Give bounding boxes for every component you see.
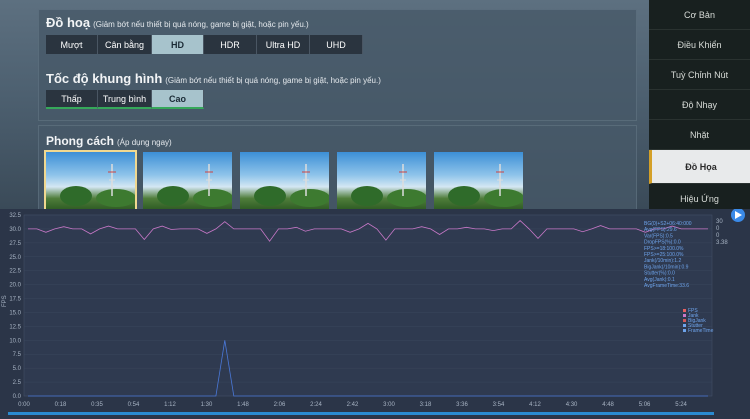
y-tick-label: 20.0 bbox=[9, 283, 21, 289]
x-tick-label: 5:06 bbox=[639, 402, 651, 408]
stat-line: Avg(Jank):0.1 bbox=[644, 277, 675, 283]
x-tick-label: 3:18 bbox=[420, 402, 432, 408]
y-tick-label: 32.5 bbox=[9, 213, 21, 219]
y-tick-label: 17.5 bbox=[9, 297, 21, 303]
graphics-quality-selector: Mượt Cân bằng HD HDR Ultra HD UHD bbox=[46, 35, 363, 54]
landscape-image bbox=[254, 164, 329, 207]
legend-swatch bbox=[683, 324, 686, 327]
framerate-selector: Thấp Trung bình Cao bbox=[46, 90, 204, 109]
stat-line: Jank(/10min):1.2 bbox=[644, 258, 681, 264]
right-value: 30 bbox=[716, 219, 723, 225]
legend-swatch bbox=[683, 329, 686, 332]
y-tick-label: 27.5 bbox=[9, 241, 21, 247]
y-axis-label: FPS bbox=[2, 295, 8, 307]
graphics-option-5[interactable]: UHD bbox=[310, 35, 363, 54]
style-heading: Phong cách (Áp dụng ngay) bbox=[46, 134, 172, 148]
framerate-option-1[interactable]: Trung bình bbox=[98, 90, 152, 109]
style-thumbnail-4[interactable] bbox=[434, 152, 523, 210]
landscape-image bbox=[157, 164, 232, 207]
x-tick-label: 4:30 bbox=[566, 402, 578, 408]
sidebar-item-3[interactable]: Độ Nhạy bbox=[649, 90, 750, 120]
landscape-image bbox=[351, 164, 426, 207]
sidebar-item-5[interactable]: Đồ Họa bbox=[649, 150, 750, 184]
stat-line: FPS>=18:100.0% bbox=[644, 246, 684, 252]
settings-sidebar: Cơ Bản Điều Khiển Tuỳ Chỉnh Nút Độ Nhạy Nhặt… bbox=[649, 0, 750, 214]
sidebar-item-1[interactable]: Điều Khiển bbox=[649, 30, 750, 60]
x-tick-label: 0:35 bbox=[91, 402, 103, 408]
legend-label: FrameTime bbox=[688, 328, 714, 334]
graphics-option-3[interactable]: HDR bbox=[204, 35, 257, 54]
framerate-heading: Tốc độ khung hình (Giảm bớt nếu thiết bị … bbox=[46, 71, 381, 86]
stat-line: BigJank(/10min):0.9 bbox=[644, 264, 689, 270]
graphics-option-4[interactable]: Ultra HD bbox=[257, 35, 310, 54]
graphics-option-1[interactable]: Cân bằng bbox=[98, 35, 152, 54]
x-tick-label: 0:18 bbox=[55, 402, 67, 408]
framerate-option-2[interactable]: Cao bbox=[152, 90, 204, 109]
fps-chart-svg: 0.0 2.5 5.0 7.5 10.0 12.5 15.0 17.5 20.0 22.5 25.0… bbox=[2, 209, 745, 415]
right-value: 3.38 bbox=[716, 240, 728, 246]
right-value: 0 bbox=[716, 226, 720, 232]
stat-line: Stutter(%):0.0 bbox=[644, 271, 675, 277]
sidebar-item-0[interactable]: Cơ Bản bbox=[649, 0, 750, 30]
y-tick-label: 5.0 bbox=[13, 366, 22, 372]
graphics-option-2[interactable]: HD bbox=[152, 35, 204, 54]
style-thumbnail-1[interactable] bbox=[143, 152, 232, 210]
landscape-image bbox=[60, 164, 135, 207]
stat-line: BG(0)+S2+06:40:000 bbox=[644, 221, 692, 227]
x-tick-label: 2:24 bbox=[310, 402, 322, 408]
stat-line: Var(FPS):0.5 bbox=[644, 233, 673, 239]
x-tick-label: 1:12 bbox=[164, 402, 176, 408]
x-tick-label: 4:48 bbox=[602, 402, 614, 408]
x-tick-label: 1:30 bbox=[201, 402, 213, 408]
stat-line: Avg(FPS):29.6 bbox=[644, 227, 677, 233]
legend-swatch bbox=[683, 314, 686, 317]
graphics-heading: Đồ hoạ (Giảm bớt nếu thiết bị quá nóng, g… bbox=[46, 15, 309, 30]
fps-monitor-chart: 0.0 2.5 5.0 7.5 10.0 12.5 15.0 17.5 20.0 22.5 25.0… bbox=[0, 209, 750, 419]
x-tick-label: 0:54 bbox=[128, 402, 140, 408]
sidebar-item-4[interactable]: Nhặt bbox=[649, 120, 750, 150]
x-tick-label: 2:42 bbox=[347, 402, 359, 408]
y-tick-label: 22.5 bbox=[9, 269, 21, 275]
style-thumbnails bbox=[44, 150, 523, 212]
y-tick-label: 7.5 bbox=[13, 352, 22, 358]
y-tick-label: 12.5 bbox=[9, 324, 21, 330]
framerate-option-0[interactable]: Thấp bbox=[46, 90, 98, 109]
landscape-image bbox=[448, 164, 523, 207]
timeline-scrubber bbox=[8, 412, 714, 415]
x-tick-label: 5:24 bbox=[675, 402, 687, 408]
y-tick-label: 2.5 bbox=[13, 380, 22, 386]
game-settings-screen: Đồ hoạ (Giảm bớt nếu thiết bị quá nóng, g… bbox=[0, 0, 750, 215]
sidebar-item-2[interactable]: Tuỳ Chỉnh Nút bbox=[649, 60, 750, 90]
x-tick-label: 3:36 bbox=[456, 402, 468, 408]
legend-swatch bbox=[683, 309, 686, 312]
y-tick-label: 15.0 bbox=[9, 310, 21, 316]
right-value: 0 bbox=[716, 233, 720, 239]
plot-area bbox=[23, 214, 713, 397]
style-thumbnail-0[interactable] bbox=[44, 150, 137, 212]
legend-swatch bbox=[683, 319, 686, 322]
style-thumbnail-3[interactable] bbox=[337, 152, 426, 210]
stat-line: DropFPS(%):0.0 bbox=[644, 240, 681, 246]
x-tick-label: 0:00 bbox=[18, 402, 30, 408]
style-thumbnail-2[interactable] bbox=[240, 152, 329, 210]
x-tick-label: 3:54 bbox=[493, 402, 505, 408]
stat-line: FPS>=25:100.0% bbox=[644, 252, 684, 258]
y-tick-label: 30.0 bbox=[9, 227, 21, 233]
stat-line: AvgFrameTime:33.6 bbox=[644, 283, 689, 289]
y-tick-label: 0.0 bbox=[13, 394, 22, 400]
x-tick-label: 4:12 bbox=[529, 402, 541, 408]
graphics-option-0[interactable]: Mượt bbox=[46, 35, 98, 54]
y-tick-label: 10.0 bbox=[9, 338, 21, 344]
x-tick-label: 1:48 bbox=[237, 402, 249, 408]
y-tick-label: 25.0 bbox=[9, 255, 21, 261]
x-tick-label: 3:00 bbox=[383, 402, 395, 408]
x-tick-label: 2:06 bbox=[274, 402, 286, 408]
